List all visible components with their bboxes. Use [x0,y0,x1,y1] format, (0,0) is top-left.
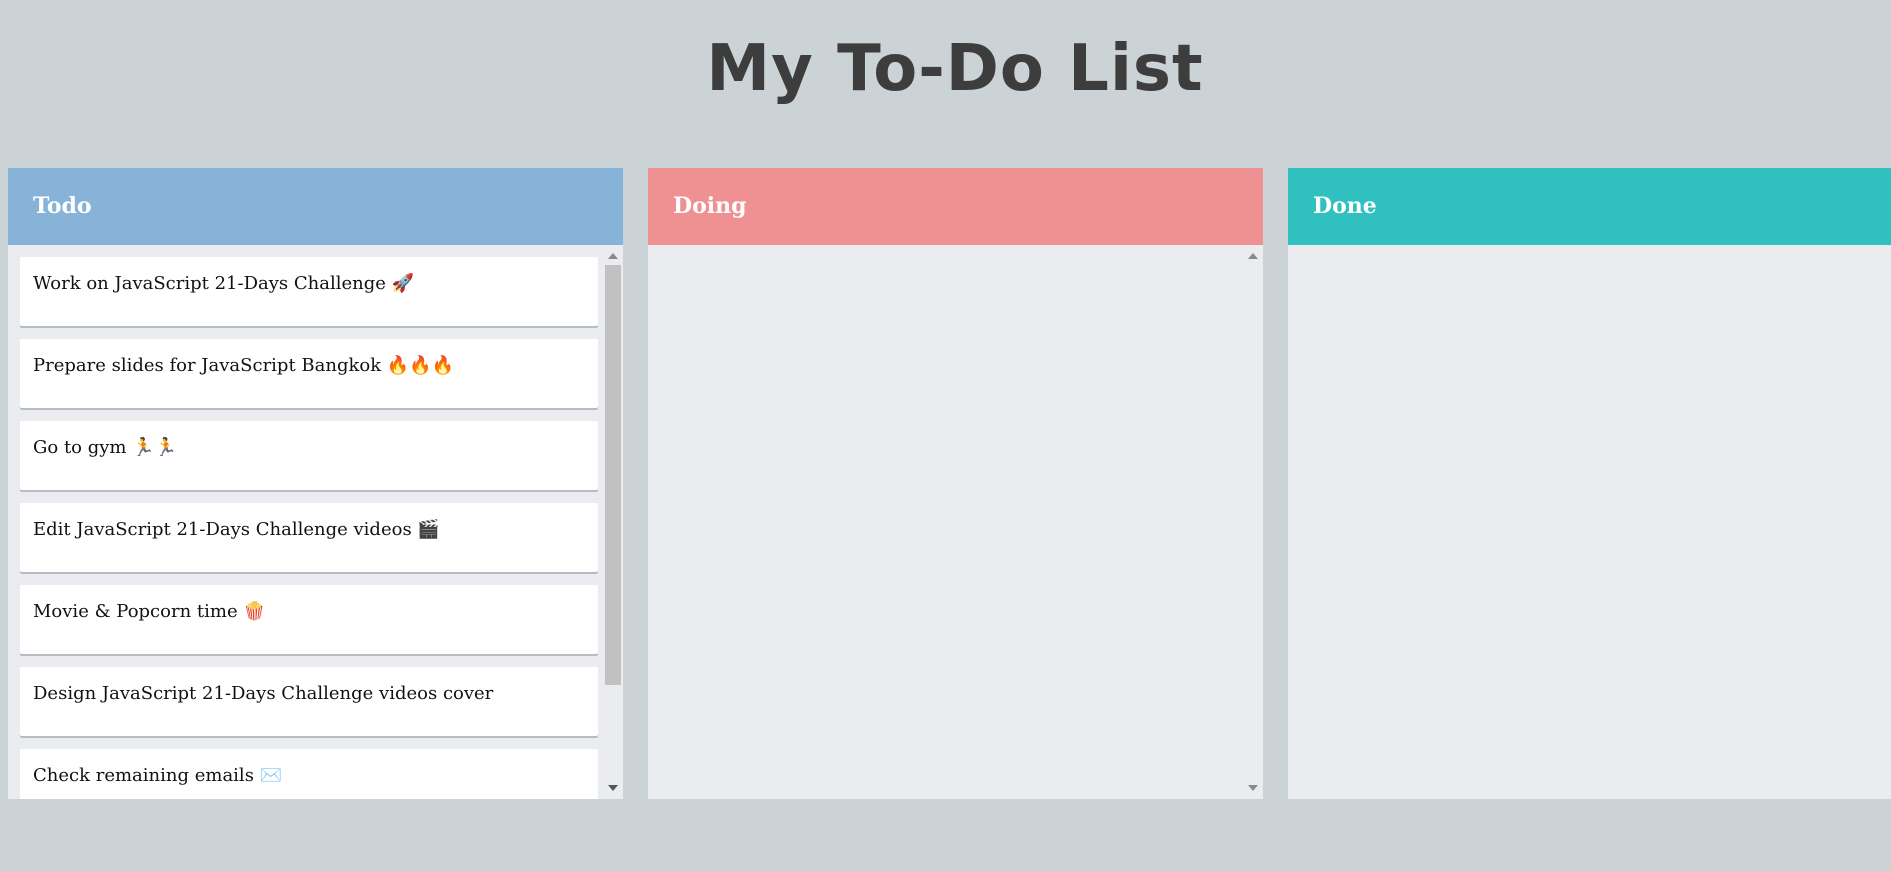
scroll-up-arrow-icon[interactable] [608,253,618,259]
column-done-header: Done [1288,168,1891,245]
todo-scrollbar[interactable] [603,245,623,799]
todo-card[interactable]: Check remaining emails ✉️ [20,749,598,799]
column-todo: Todo Work on JavaScript 21-Days Challeng… [8,168,623,799]
column-todo-body[interactable]: Work on JavaScript 21-Days Challenge 🚀 P… [8,245,623,799]
scroll-down-arrow-icon[interactable] [608,785,618,791]
todo-card[interactable]: Work on JavaScript 21-Days Challenge 🚀 [20,257,598,326]
column-todo-header: Todo [8,168,623,245]
column-doing-body[interactable] [648,245,1263,799]
todo-card[interactable]: Prepare slides for JavaScript Bangkok 🔥🔥… [20,339,598,408]
column-doing: Doing [648,168,1263,799]
column-done-body[interactable] [1288,245,1891,799]
column-doing-header: Doing [648,168,1263,245]
page-title: My To-Do List [706,32,1204,106]
scroll-down-arrow-icon[interactable] [1248,785,1258,791]
todo-card[interactable]: Movie & Popcorn time 🍿 [20,585,598,654]
column-done: Done [1288,168,1891,799]
scroll-thumb[interactable] [605,265,621,685]
todo-card[interactable]: Design JavaScript 21-Days Challenge vide… [20,667,598,736]
todo-card[interactable]: Edit JavaScript 21-Days Challenge videos… [20,503,598,572]
doing-scrollbar[interactable] [1243,245,1263,799]
scroll-up-arrow-icon[interactable] [1248,253,1258,259]
card-list: Work on JavaScript 21-Days Challenge 🚀 P… [20,257,598,799]
todo-card[interactable]: Go to gym 🏃🏃 [20,421,598,490]
